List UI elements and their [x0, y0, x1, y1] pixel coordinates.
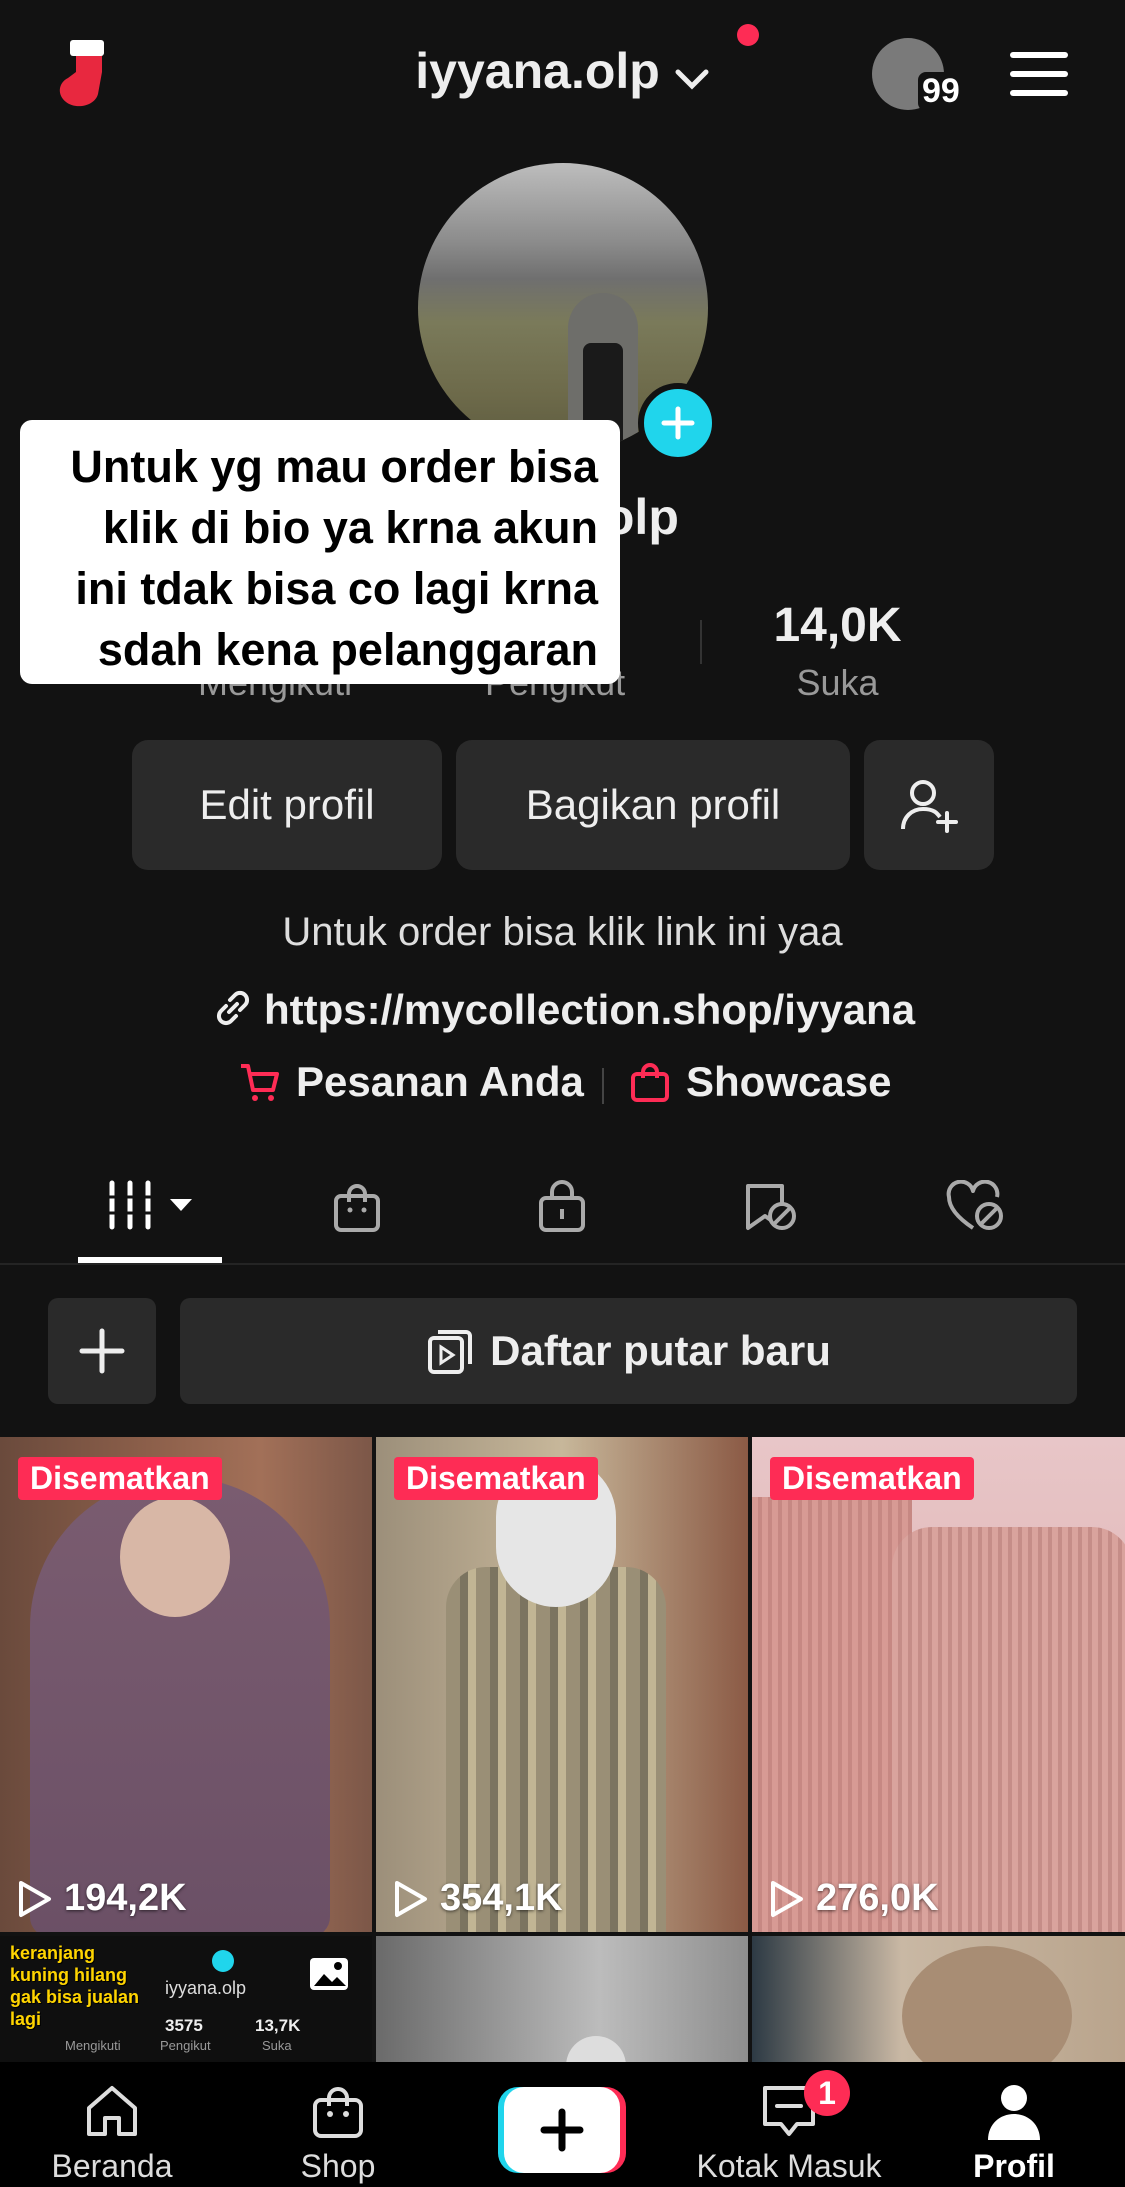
bookmark-hidden-icon [746, 1184, 796, 1230]
playlist-icon [428, 1330, 473, 1374]
share-profile-button[interactable]: Bagikan profil [456, 740, 850, 870]
plus-icon [540, 2108, 584, 2152]
mini-add-icon [212, 1950, 234, 1972]
mini-stat-label: Suka [262, 2038, 292, 2053]
mini-username: iyyana.olp [165, 1978, 247, 1998]
heart-hidden-icon [946, 1179, 1003, 1230]
video-thumbnail[interactable]: Disematkan 276,0K [752, 1437, 1125, 1932]
mini-stat-value: 3575 [165, 2016, 203, 2035]
bio-link[interactable]: https://mycollection.shop/iyyana [0, 985, 1125, 1041]
notification-dot [737, 24, 759, 46]
video-thumbnail[interactable] [752, 1936, 1125, 2062]
lock-icon [539, 1180, 585, 1232]
shopping-bag-icon [334, 1184, 380, 1232]
tab-videos[interactable] [80, 1175, 220, 1235]
grid-icon [106, 1180, 154, 1230]
mini-stat-label: Pengikut [160, 2038, 211, 2053]
tab-divider [0, 1263, 1125, 1265]
pinned-badge: Disematkan [18, 1457, 222, 1500]
add-friend-button[interactable] [864, 740, 994, 870]
view-count: 194,2K [16, 1877, 187, 1920]
link-icon [210, 985, 256, 1041]
caret-down-icon [170, 1199, 192, 1211]
video-thumbnail[interactable]: Disematkan 194,2K [0, 1437, 372, 1932]
pinned-badge: Disematkan [394, 1457, 598, 1500]
video-thumbnail[interactable]: Disematkan 354,1K [376, 1437, 748, 1932]
new-playlist-button[interactable]: Daftar putar baru [180, 1298, 1077, 1404]
play-icon [771, 1880, 803, 1917]
tab-private[interactable] [535, 1178, 589, 1239]
view-count: 276,0K [768, 1877, 939, 1920]
nav-inbox[interactable]: Kotak Masuk [680, 2080, 898, 2185]
stat-likes-label: Suka [796, 662, 879, 703]
play-icon [395, 1880, 427, 1917]
nav-shop[interactable]: Shop [268, 2080, 408, 2185]
tab-liked-hidden[interactable] [945, 1179, 1007, 1239]
bio-text: Untuk order bisa klik link ini yaa [282, 910, 843, 954]
video-thumbnail[interactable] [376, 1936, 748, 2062]
stat-likes-value[interactable]: 14,0K [700, 598, 975, 653]
add-user-icon [901, 780, 958, 833]
overlay-caption: Untuk yg mau order bisa klik di bio ya k… [20, 420, 620, 684]
view-count: 354,1K [392, 1877, 563, 1920]
play-icon [19, 1880, 51, 1917]
orders-link[interactable]: Pesanan Anda [238, 1058, 584, 1106]
showcase-link[interactable]: Showcase [628, 1058, 891, 1106]
nav-home[interactable]: Beranda [42, 2080, 182, 2185]
home-icon [87, 2086, 137, 2136]
plus-icon [79, 1328, 125, 1374]
shop-divider [602, 1068, 604, 1104]
pinned-badge: Disematkan [770, 1457, 974, 1500]
nav-profile[interactable]: Profil [944, 2080, 1084, 2185]
cart-icon [241, 1064, 279, 1101]
inbox-badge: 1 [804, 2070, 850, 2116]
shopping-bag-icon [631, 1063, 669, 1102]
badge-count: 99 [918, 72, 964, 111]
plus-icon [661, 406, 695, 440]
image-icon [308, 1956, 350, 1997]
video-thumbnail[interactable]: keranjang kuning hilang gak bisa jualan … [0, 1936, 372, 2062]
thumbnail-caption: keranjang kuning hilang gak bisa jualan … [10, 1943, 140, 2029]
tab-saved-hidden[interactable] [740, 1180, 798, 1239]
mini-stat-value: 13,7K [255, 2016, 301, 2035]
chevron-down-icon [674, 46, 710, 104]
create-button[interactable] [498, 2087, 626, 2173]
add-story-button[interactable] [638, 383, 718, 463]
tab-shop[interactable] [330, 1180, 384, 1239]
menu-icon[interactable] [1010, 48, 1072, 100]
add-playlist-button[interactable] [48, 1298, 156, 1404]
mini-stat-label: Mengikuti [65, 2038, 121, 2053]
shopping-bag-icon [313, 2087, 363, 2138]
person-icon [988, 2085, 1040, 2140]
edit-profile-button[interactable]: Edit profil [132, 740, 442, 870]
